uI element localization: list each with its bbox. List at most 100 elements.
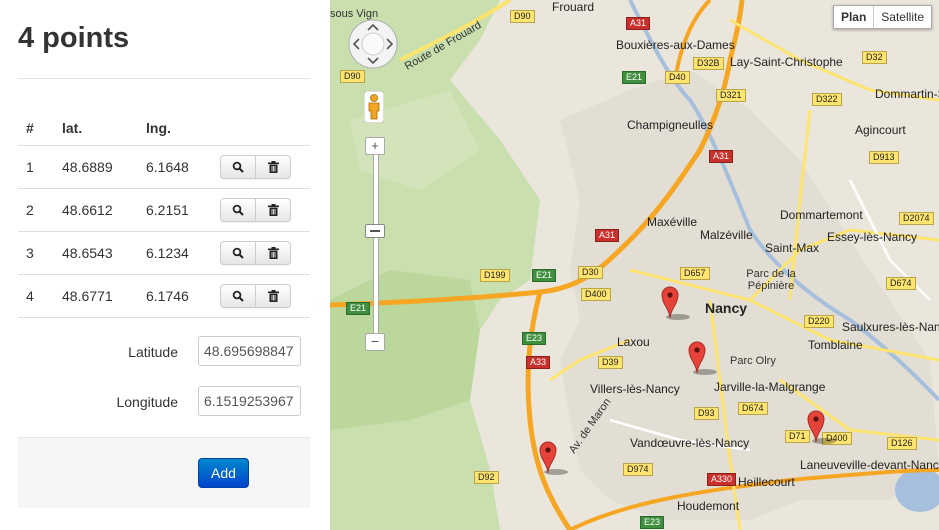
zoom-to-point-button[interactable] (221, 242, 255, 264)
road-shield: E21 (346, 302, 371, 315)
road-shield: D93 (694, 407, 719, 420)
road-shield: D2074 (899, 212, 934, 225)
map-view[interactable]: Frouard sous Vign Route de Frouard Bouxi… (330, 0, 939, 530)
road-shield: D39 (598, 356, 623, 369)
point-lat: 48.6889 (54, 145, 138, 189)
delete-point-button[interactable] (255, 285, 290, 307)
zoom-to-point-button[interactable] (221, 199, 255, 221)
road-shield: D322 (812, 93, 842, 106)
map-type-plan[interactable]: Plan (834, 6, 875, 28)
place-label: Tomblaine (808, 338, 863, 352)
table-row: 3 48.6543 6.1234 (18, 231, 310, 275)
search-icon (232, 161, 244, 173)
road-shield: D30 (578, 266, 603, 279)
map-marker[interactable] (687, 339, 719, 375)
road-shield: D32B (693, 57, 724, 70)
trash-icon (267, 247, 279, 259)
road-shield: D321 (716, 89, 746, 102)
point-lng: 6.1234 (138, 231, 212, 275)
street-view-pegman-icon[interactable] (364, 91, 384, 123)
point-lat: 48.6612 (54, 188, 138, 232)
point-number: 4 (18, 274, 54, 318)
road-shield: A31 (595, 229, 620, 242)
zoom-to-point-button[interactable] (221, 156, 255, 178)
road-shield: A31 (709, 150, 734, 163)
zoom-in-button[interactable]: + (365, 137, 385, 155)
page-title: 4 points (18, 22, 130, 54)
latitude-row: Latitude (18, 336, 310, 368)
form-actions: Add (18, 437, 310, 508)
place-label: Houdemont (677, 499, 740, 513)
park-label: Parc de la Pépinière (746, 268, 796, 292)
road-shield: D400 (581, 288, 611, 301)
place-label: Malzéville (700, 228, 753, 242)
pan-control[interactable] (347, 18, 399, 70)
road-shield: D92 (474, 471, 499, 484)
table-header-row: # lat. lng. (18, 110, 310, 146)
place-label: Agincourt (855, 123, 906, 137)
road-shield: D674 (886, 277, 916, 290)
road-shield: D126 (887, 437, 917, 450)
title-divider (18, 78, 310, 79)
place-label: Frouard (552, 0, 595, 14)
place-label: Saulxures-lès-Nancy (842, 320, 939, 334)
map-type-satellite[interactable]: Satellite (874, 6, 931, 28)
point-number: 3 (18, 231, 54, 275)
trash-icon (267, 161, 279, 173)
map-marker[interactable] (660, 284, 692, 320)
road-shield: A330 (707, 473, 737, 486)
trash-icon (267, 290, 279, 302)
road-shield: A31 (626, 17, 651, 30)
col-header-lat: lat. (54, 110, 138, 146)
add-button[interactable]: Add (198, 458, 249, 488)
search-icon (232, 247, 244, 259)
latitude-input[interactable] (198, 336, 301, 366)
point-number: 1 (18, 145, 54, 189)
road-shield: D40 (665, 71, 690, 84)
longitude-row: Longitude (18, 386, 310, 418)
delete-point-button[interactable] (255, 199, 290, 221)
row-button-group (220, 155, 291, 179)
place-label: Laneuveville-devant-Nancy (800, 458, 939, 472)
delete-point-button[interactable] (255, 156, 290, 178)
place-label: Jarville-la-Malgrange (714, 380, 826, 394)
road-shield: D220 (804, 315, 834, 328)
place-label: Nancy (705, 300, 748, 316)
zoom-slider-handle[interactable] (365, 224, 385, 238)
row-button-group (220, 198, 291, 222)
zoom-slider-track[interactable] (373, 145, 379, 342)
row-actions (212, 188, 310, 232)
place-label: Saint-Max (765, 241, 820, 255)
road-shield: D674 (738, 402, 768, 415)
col-header-number: # (18, 110, 54, 146)
road-shield: E23 (522, 332, 547, 345)
row-actions (212, 274, 310, 318)
point-lng: 6.2151 (138, 188, 212, 232)
place-label: Vandœuvre-lès-Nancy (630, 436, 750, 450)
map-marker[interactable] (538, 439, 570, 475)
place-label: Laxou (617, 335, 650, 349)
point-lat: 48.6543 (54, 231, 138, 275)
place-label: Essey-lès-Nancy (827, 230, 918, 244)
map-type-control: Plan Satellite (832, 5, 932, 29)
place-label: Villers-lès-Nancy (590, 382, 680, 396)
col-header-lng: lng. (138, 110, 212, 146)
col-header-actions (212, 110, 310, 146)
zoom-to-point-button[interactable] (221, 285, 255, 307)
row-actions (212, 145, 310, 189)
place-label: Dommartemont (780, 208, 863, 222)
road-shield: D199 (480, 269, 510, 282)
delete-point-button[interactable] (255, 242, 290, 264)
road-shield: D913 (869, 151, 899, 164)
map-marker[interactable] (806, 408, 838, 444)
place-label: Lay-Saint-Christophe (730, 55, 843, 69)
table-row: 2 48.6612 6.2151 (18, 188, 310, 232)
row-button-group (220, 241, 291, 265)
road-shield: E23 (640, 516, 665, 529)
zoom-out-button[interactable]: − (365, 333, 385, 351)
road-shield: D90 (510, 10, 535, 23)
place-label: Dommartin-S (875, 87, 939, 101)
longitude-input[interactable] (198, 386, 301, 416)
table-row: 1 48.6889 6.1648 (18, 145, 310, 189)
points-table: # lat. lng. 1 48.6889 6.1648 2 48.6612 6… (18, 110, 310, 318)
